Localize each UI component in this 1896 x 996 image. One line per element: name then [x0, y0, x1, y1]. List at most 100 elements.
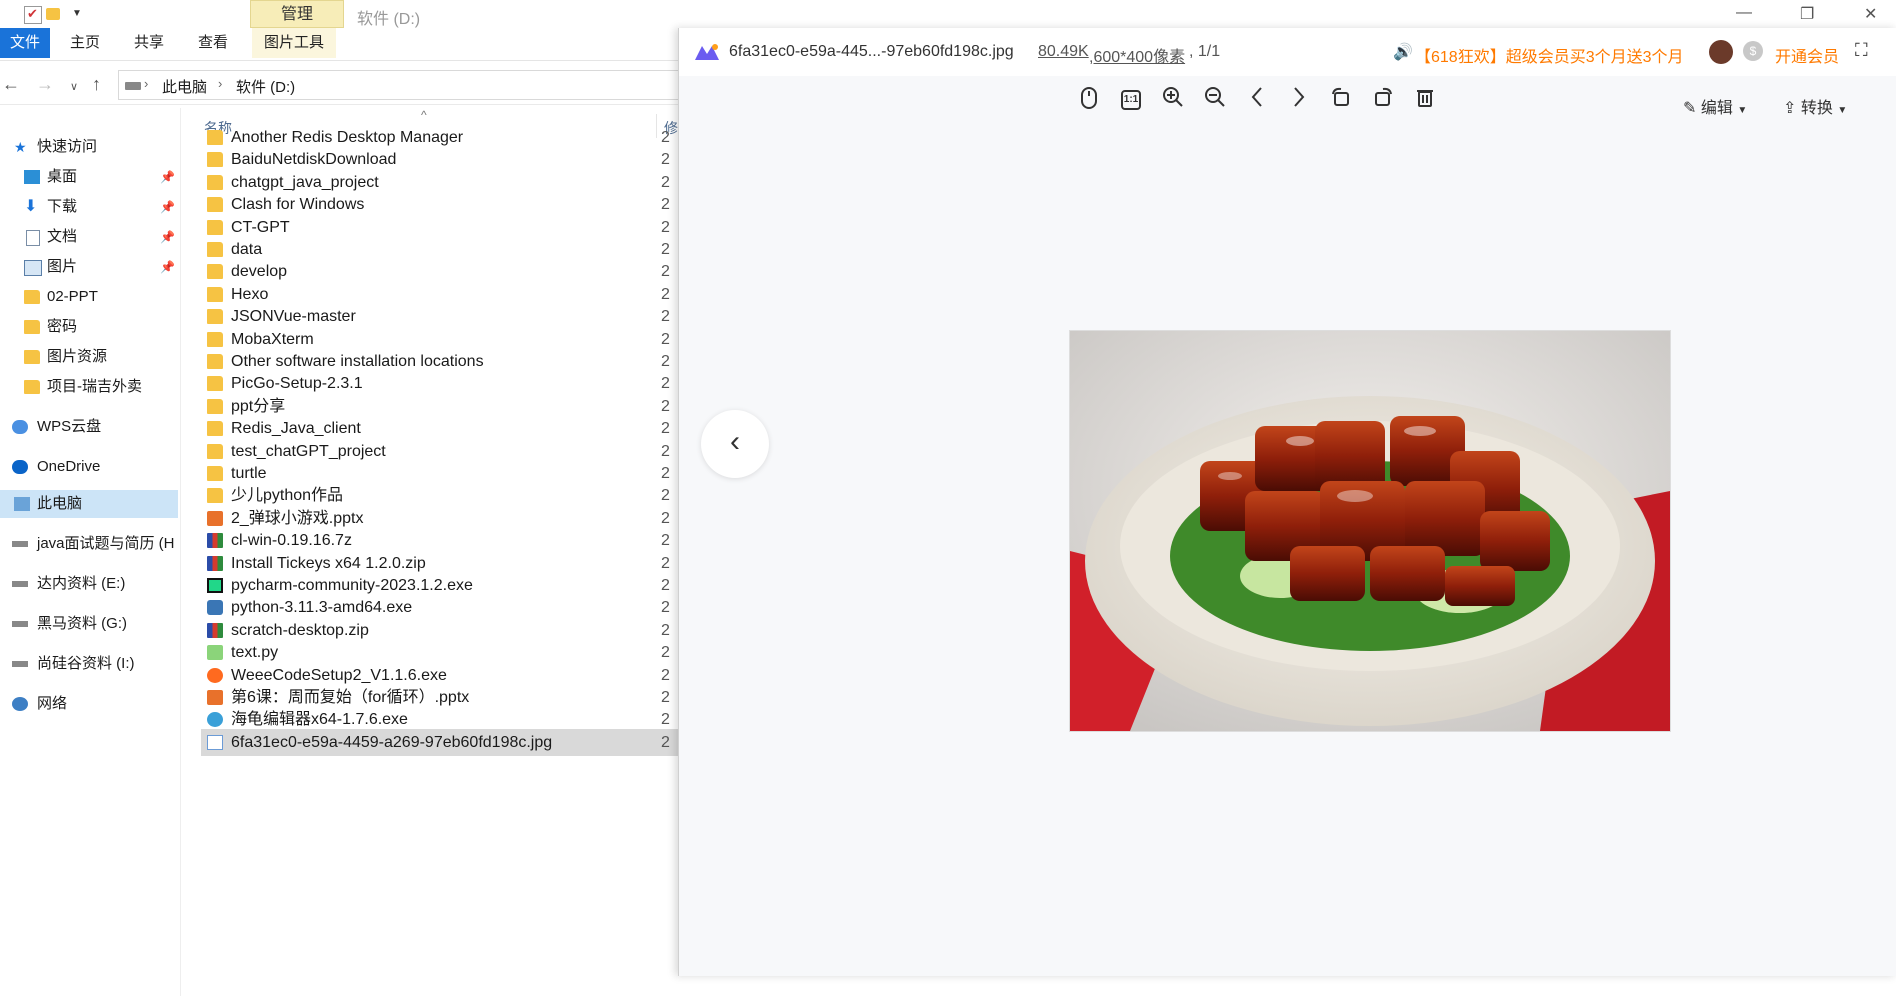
- pin-icon[interactable]: 📌: [160, 163, 175, 191]
- rotate-right-icon[interactable]: [1369, 86, 1397, 114]
- folder-icon: [207, 398, 223, 414]
- tab-share[interactable]: 共享: [122, 28, 176, 58]
- nav-drive-e[interactable]: 达内资料 (E:): [0, 570, 178, 598]
- edit-icon: ✎: [1683, 100, 1697, 117]
- tab-home[interactable]: 主页: [58, 28, 112, 58]
- folder-icon: [207, 130, 223, 145]
- drive-icon: [12, 541, 28, 547]
- pin-icon[interactable]: 📌: [160, 193, 175, 221]
- computer-icon: [14, 497, 30, 511]
- rotate-left-icon[interactable]: [1327, 86, 1355, 114]
- pptx-file-icon: [207, 510, 223, 526]
- viewer-dimensions[interactable]: ,600*400像素: [1089, 43, 1185, 67]
- close-icon[interactable]: ✕: [1864, 4, 1877, 24]
- nav-downloads[interactable]: ⬇ 下载 📌: [0, 193, 178, 221]
- viewer-header: 6fa31ec0-e59a-445...-97eb60fd198c.jpg 80…: [679, 28, 1896, 76]
- archive-file-icon: [207, 533, 223, 549]
- pin-icon[interactable]: 📌: [160, 223, 175, 251]
- actual-size-icon[interactable]: 1:1: [1117, 86, 1145, 114]
- download-icon: ⬇: [24, 198, 38, 215]
- nav-this-pc[interactable]: 此电脑: [0, 490, 178, 518]
- back-icon[interactable]: ←: [2, 74, 20, 95]
- previous-icon[interactable]: [1243, 86, 1271, 114]
- file-list: 名称 ^ 修 Another Redis Desktop Manager 2 Bai…: [196, 108, 680, 996]
- up-icon[interactable]: ↑: [92, 74, 101, 95]
- properties-icon[interactable]: [24, 6, 42, 24]
- nav-documents[interactable]: 文档 📌: [0, 223, 178, 251]
- manage-context-tab[interactable]: 管理: [250, 0, 344, 28]
- viewer-filesize[interactable]: 80.49K: [1038, 43, 1089, 61]
- zoom-in-icon[interactable]: [1159, 86, 1187, 114]
- nav-network[interactable]: 网络: [0, 690, 178, 718]
- nav-wps-cloud[interactable]: WPS云盘: [0, 413, 178, 441]
- minimize-icon[interactable]: —: [1736, 4, 1752, 22]
- network-icon: [12, 697, 28, 711]
- recent-dropdown-icon[interactable]: ∨: [70, 80, 78, 93]
- pycharm-icon: [207, 578, 223, 593]
- folder-icon: [207, 466, 223, 481]
- nav-drive-h[interactable]: java面试题与简历 (H: [0, 530, 178, 558]
- convert-icon: ⇪: [1783, 100, 1797, 117]
- coin-icon[interactable]: $: [1743, 41, 1763, 61]
- new-folder-icon[interactable]: [46, 8, 60, 20]
- previous-image-button[interactable]: ‹: [701, 410, 769, 478]
- folder-icon: [24, 320, 40, 334]
- folder-icon: [207, 174, 223, 190]
- nav-quick-access[interactable]: ★ 快速访问: [0, 133, 178, 161]
- pin-icon[interactable]: 📌: [160, 253, 175, 281]
- archive-file-icon: [207, 555, 223, 571]
- breadcrumb-drive[interactable]: 软件 (D:): [236, 76, 295, 97]
- chevron-right-icon[interactable]: ›: [144, 76, 148, 91]
- restore-icon[interactable]: ❐: [1800, 4, 1814, 24]
- archive-file-icon: [207, 622, 223, 638]
- caret-down-icon: ▼: [1837, 105, 1848, 116]
- folder-icon: [207, 264, 223, 280]
- pptx-file-icon: [207, 690, 223, 705]
- desktop-icon: [24, 170, 40, 184]
- chevron-right-icon[interactable]: ›: [218, 76, 222, 91]
- file-row[interactable]: 6fa31ec0-e59a-4459-a269-97eb60fd198c.jpg…: [201, 728, 680, 756]
- folder-icon: [207, 376, 223, 392]
- forward-icon[interactable]: →: [36, 74, 54, 95]
- folder-icon: [207, 443, 223, 459]
- image-file-icon: [207, 734, 223, 750]
- nav-onedrive[interactable]: OneDrive: [0, 453, 178, 481]
- folder-icon: [207, 331, 223, 347]
- breadcrumb-this-pc[interactable]: 此电脑: [162, 76, 207, 97]
- tab-file[interactable]: 文件: [0, 28, 50, 58]
- zoom-out-icon[interactable]: [1201, 86, 1229, 114]
- nav-folder-picture-resources[interactable]: 图片资源: [0, 343, 178, 371]
- caret-down-icon: ▼: [1737, 105, 1748, 116]
- nav-folder-ppt[interactable]: 02-PPT: [0, 283, 178, 311]
- file-name: 6fa31ec0-e59a-4459-a269-97eb60fd198c.jpg: [231, 733, 553, 751]
- avatar[interactable]: [1709, 40, 1733, 64]
- image-viewer-window: 6fa31ec0-e59a-445...-97eb60fd198c.jpg 80…: [678, 28, 1896, 976]
- quick-access-dropdown-icon[interactable]: ▼: [72, 8, 88, 24]
- promo-banner[interactable]: 【618狂欢】超级会员买3个月送3个月: [1415, 43, 1684, 67]
- nav-drive-i[interactable]: 尚硅谷资料 (I:): [0, 650, 178, 678]
- nav-pictures[interactable]: 图片 📌: [0, 253, 178, 281]
- vip-button[interactable]: 开通会员: [1775, 43, 1839, 67]
- nav-folder-project[interactable]: 项目-瑞吉外卖: [0, 373, 178, 401]
- viewer-filename: 6fa31ec0-e59a-445...-97eb60fd198c.jpg: [729, 43, 1014, 60]
- nav-desktop[interactable]: 桌面 📌: [0, 163, 178, 191]
- folder-icon: [24, 350, 40, 364]
- delete-icon[interactable]: [1411, 86, 1439, 114]
- nav-folder-passwords[interactable]: 密码: [0, 313, 178, 341]
- fullscreen-icon[interactable]: ⛶: [1855, 40, 1868, 61]
- nav-drive-g[interactable]: 黑马资料 (G:): [0, 610, 178, 638]
- viewer-toolbar: 1:1 ✎ 编辑 ▼ ⇪ 转换 ▼: [679, 76, 1896, 126]
- tab-picture-tools[interactable]: 图片工具: [252, 28, 337, 58]
- next-icon[interactable]: [1285, 86, 1313, 114]
- mouse-mode-icon[interactable]: [1075, 86, 1103, 114]
- star-icon: ★: [14, 139, 27, 155]
- folder-icon: [24, 380, 40, 394]
- viewer-logo-icon: [695, 44, 719, 60]
- tab-view[interactable]: 查看: [186, 28, 240, 58]
- drive-icon: [12, 621, 28, 627]
- convert-button[interactable]: ⇪ 转换 ▼: [1783, 94, 1847, 118]
- drive-icon: [125, 82, 141, 90]
- file-date: 2: [661, 733, 670, 751]
- edit-button[interactable]: ✎ 编辑 ▼: [1683, 94, 1747, 118]
- folder-icon: [207, 309, 223, 325]
